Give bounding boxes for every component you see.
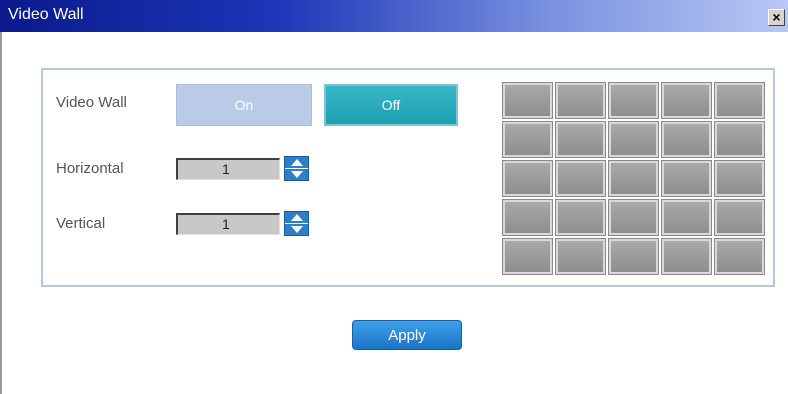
arrow-up-icon: [291, 214, 303, 221]
wall-cell[interactable]: [502, 199, 553, 236]
apply-button[interactable]: Apply: [352, 320, 462, 350]
window-border: [0, 32, 2, 394]
wall-cell[interactable]: [502, 160, 553, 197]
video-wall-grid: [502, 82, 765, 275]
horizontal-input[interactable]: 1: [176, 158, 280, 180]
wall-cell[interactable]: [502, 121, 553, 158]
wall-cell[interactable]: [555, 160, 606, 197]
horizontal-stepper[interactable]: [284, 156, 309, 181]
close-button[interactable]: ×: [768, 9, 785, 26]
vertical-input[interactable]: 1: [176, 213, 280, 235]
wall-cell[interactable]: [608, 238, 659, 275]
vertical-label: Vertical: [56, 215, 106, 232]
wall-cell[interactable]: [661, 82, 712, 119]
wall-cell[interactable]: [555, 82, 606, 119]
off-button[interactable]: Off: [324, 84, 458, 126]
wall-cell[interactable]: [661, 199, 712, 236]
wall-cell[interactable]: [555, 238, 606, 275]
wall-cell[interactable]: [608, 82, 659, 119]
arrow-down-icon: [291, 171, 303, 178]
wall-cell[interactable]: [555, 121, 606, 158]
horizontal-label: Horizontal: [56, 160, 124, 177]
vertical-stepper[interactable]: [284, 211, 309, 236]
divider: [285, 223, 308, 224]
wall-cell[interactable]: [714, 121, 765, 158]
video-wall-dialog: Video Wall × Video Wall On Off Horizonta…: [0, 0, 788, 394]
on-button[interactable]: On: [176, 84, 312, 126]
wall-cell[interactable]: [714, 199, 765, 236]
wall-cell[interactable]: [714, 238, 765, 275]
wall-cell[interactable]: [502, 82, 553, 119]
wall-cell[interactable]: [661, 121, 712, 158]
video-wall-label: Video Wall: [56, 94, 127, 111]
wall-cell[interactable]: [608, 121, 659, 158]
wall-cell[interactable]: [608, 160, 659, 197]
wall-cell[interactable]: [661, 160, 712, 197]
title-bar[interactable]: Video Wall ×: [0, 0, 788, 32]
arrow-up-icon: [291, 159, 303, 166]
divider: [285, 168, 308, 169]
arrow-down-icon: [291, 226, 303, 233]
wall-cell[interactable]: [714, 82, 765, 119]
wall-cell[interactable]: [608, 199, 659, 236]
wall-cell[interactable]: [714, 160, 765, 197]
wall-cell[interactable]: [555, 199, 606, 236]
window-title: Video Wall: [8, 6, 84, 23]
wall-cell[interactable]: [661, 238, 712, 275]
wall-cell[interactable]: [502, 238, 553, 275]
